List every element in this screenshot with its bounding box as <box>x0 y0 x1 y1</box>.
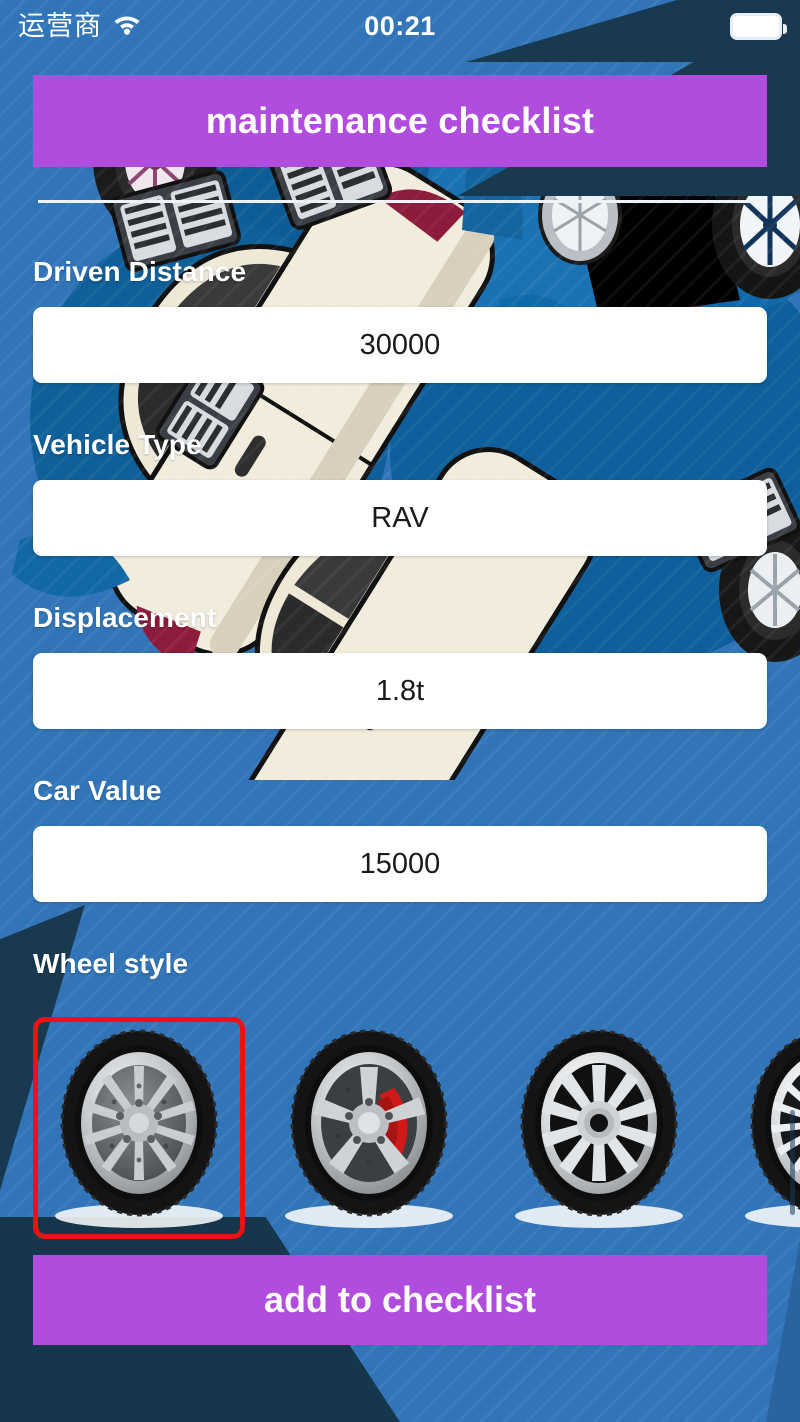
add-to-checklist-button[interactable]: add to checklist <box>33 1255 767 1345</box>
vertical-scrollbar[interactable] <box>790 1110 795 1215</box>
carrier-label: 运营商 <box>18 10 102 41</box>
label-driven-distance: Driven Distance <box>33 256 247 287</box>
input-displacement[interactable]: 1.8t <box>33 653 767 729</box>
header-divider <box>38 200 762 203</box>
label-car-value: Car Value <box>33 775 162 806</box>
status-bar-left: 运营商 <box>18 12 142 40</box>
wheel-option-3[interactable] <box>493 1017 705 1239</box>
wheel-option-2[interactable] <box>263 1017 475 1239</box>
battery-icon <box>730 12 787 40</box>
wheel-style-track[interactable] <box>0 1007 800 1239</box>
label-displacement: Displacement <box>33 602 217 633</box>
wheel-option-1[interactable] <box>33 1017 245 1239</box>
scroll-content[interactable]: maintenance checklist Driven Distance 30… <box>0 52 800 1422</box>
app-screen: 运营商 00:21 maintenance checklist Driven D… <box>0 0 800 1422</box>
battery-fill <box>733 15 779 37</box>
input-car-value[interactable]: 15000 <box>33 826 767 902</box>
label-wheel-style: Wheel style <box>33 948 189 979</box>
input-vehicle-type[interactable]: RAV <box>33 480 767 556</box>
status-bar: 运营商 00:21 <box>0 0 800 52</box>
wheel-style-carousel[interactable] <box>0 1007 800 1239</box>
header-banner: maintenance checklist <box>33 75 767 167</box>
input-driven-distance[interactable]: 30000 <box>33 307 767 383</box>
add-to-checklist-label: add to checklist <box>263 1279 537 1320</box>
wifi-icon <box>112 12 142 40</box>
page-title: maintenance checklist <box>205 100 595 141</box>
wheel-option-4[interactable] <box>723 1017 800 1239</box>
status-bar-right <box>730 12 787 40</box>
label-vehicle-type: Vehicle Type <box>33 429 202 460</box>
